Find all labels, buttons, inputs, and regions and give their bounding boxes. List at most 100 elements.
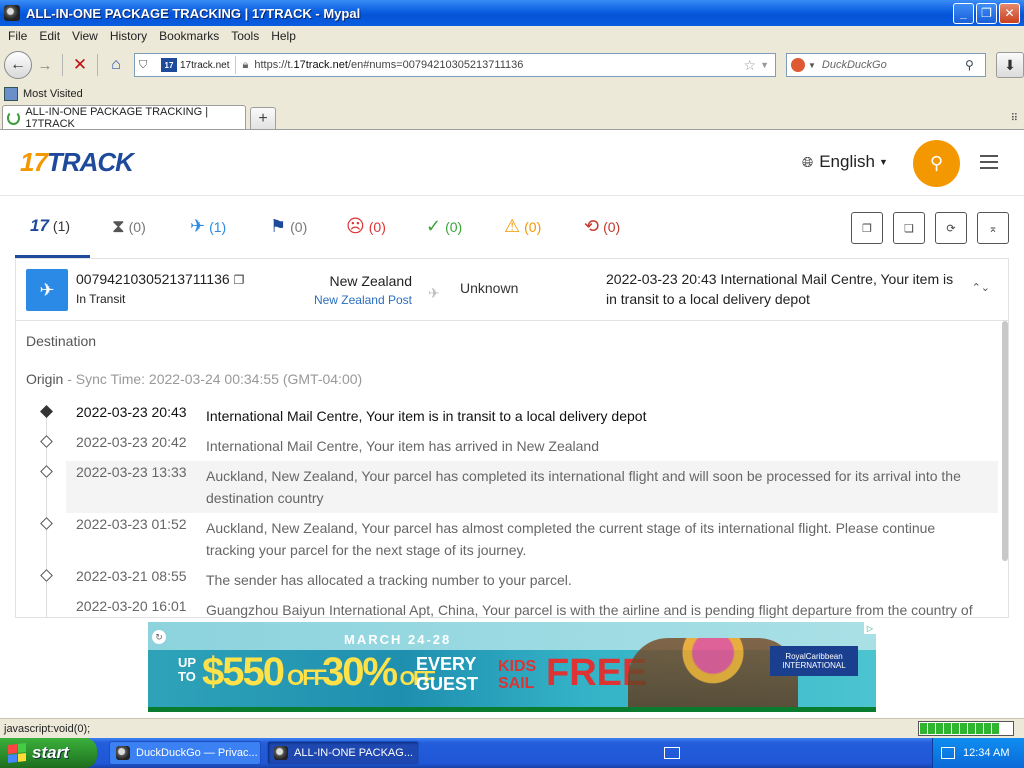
collapse-icon: ⌅ xyxy=(988,222,998,235)
filter-delivered[interactable]: ✓ (0) xyxy=(426,216,462,237)
menu-bookmarks[interactable]: Bookmarks xyxy=(155,29,227,43)
copy-icon[interactable]: ❐ xyxy=(234,273,245,287)
event-description: Guangzhou Baiyun International Apt, Chin… xyxy=(206,602,973,618)
tab-label: ALL-IN-ONE PACKAGE TRACKING | 17TRACK xyxy=(25,105,209,130)
17track-logo[interactable]: 17 TRACK xyxy=(20,147,134,178)
filter-alert[interactable]: ⚠ (0) xyxy=(504,216,541,237)
menu-history[interactable]: History xyxy=(106,29,155,43)
event-time: 2022-03-21 08:55 xyxy=(76,568,187,584)
menu-tools[interactable]: Tools xyxy=(227,29,267,43)
download-arrow-icon: ⬇ xyxy=(1004,56,1016,73)
copy-icon: ❐ xyxy=(862,222,872,235)
shield-icon[interactable]: ⛉ xyxy=(139,59,155,72)
checkmark-icon: ✓ xyxy=(426,216,442,236)
filter-count: (1) xyxy=(209,218,227,235)
hamburger-menu-icon[interactable] xyxy=(980,155,998,173)
progress-segment xyxy=(992,723,999,734)
filter-expired[interactable]: ⟲ (0) xyxy=(584,216,620,237)
ad-every-guest: EVERY GUEST xyxy=(416,654,479,694)
search-box[interactable]: ▼ DuckDuckGo ⚲ xyxy=(786,53,986,77)
collapse-all-button[interactable]: ⌅ xyxy=(977,212,1009,244)
site-identity[interactable]: 17 17track.net xyxy=(161,56,237,74)
progress-segment xyxy=(984,723,991,734)
duckduckgo-icon[interactable] xyxy=(791,58,805,72)
sync-time: - Sync Time: 2022-03-24 00:34:55 (GMT-04… xyxy=(63,371,363,387)
stop-button[interactable]: ✕ xyxy=(69,52,91,78)
filter-pickup[interactable]: ⚑ (0) xyxy=(270,216,307,237)
folder-icon xyxy=(4,87,18,101)
origin-country: New Zealand xyxy=(329,273,413,289)
filter-count: (0) xyxy=(445,218,463,235)
engine-dropdown-icon[interactable]: ▼ xyxy=(808,61,816,70)
refresh-button[interactable]: ⟳ xyxy=(935,212,967,244)
scrollbar-thumb[interactable] xyxy=(1002,321,1008,561)
url-dropdown-icon[interactable]: ▼ xyxy=(760,60,769,70)
status-text: javascript:void(0); xyxy=(4,722,91,735)
filter-count: (0) xyxy=(290,218,308,235)
windows-taskbar: start DuckDuckGo — Privac... ALL-IN-ONE … xyxy=(0,738,1024,768)
expand-collapse-icon[interactable]: ⌃⌄ xyxy=(972,281,990,294)
search-icon[interactable]: ⚲ xyxy=(965,58,985,72)
adchoices-icon[interactable]: ▷ xyxy=(864,622,876,634)
filter-all[interactable]: 17 (1) xyxy=(30,216,70,236)
menu-file[interactable]: File xyxy=(4,29,35,43)
taskbar-item-duckduckgo[interactable]: DuckDuckGo — Privac... xyxy=(109,741,261,765)
new-tab-button[interactable]: + xyxy=(250,107,276,129)
page-load-progress xyxy=(918,721,1014,736)
bookmark-star-icon[interactable]: ☆ xyxy=(744,57,757,74)
tab-17track[interactable]: ALL-IN-ONE PACKAGE TRACKING | 17TRACK xyxy=(2,105,246,130)
tracking-number[interactable]: 00794210305213711136 ❐ xyxy=(76,271,244,287)
copy-all-icon: ❏ xyxy=(904,222,914,235)
mypal-app-icon xyxy=(4,5,20,21)
menu-help[interactable]: Help xyxy=(267,29,304,43)
forward-button[interactable]: → xyxy=(34,52,56,78)
timeline-event: 2022-03-21 08:55 The sender has allocate… xyxy=(40,565,998,595)
in-transit-airplane-icon: ✈ xyxy=(26,269,68,311)
timeline-event: 2022-03-23 01:52 Auckland, New Zealand, … xyxy=(40,513,998,565)
start-button[interactable]: start xyxy=(0,738,97,768)
track-search-button[interactable]: ⚲ xyxy=(913,140,960,187)
menu-edit[interactable]: Edit xyxy=(35,29,68,43)
menu-view[interactable]: View xyxy=(68,29,106,43)
tracking-details: Destination Origin - Sync Time: 2022-03-… xyxy=(16,321,1008,618)
latest-event: 2022-03-23 20:43 International Mail Cent… xyxy=(606,271,954,307)
ad-date: MARCH 24-28 xyxy=(344,632,452,647)
origin-carrier-link[interactable]: New Zealand Post xyxy=(314,293,412,307)
replay-icon[interactable]: ↻ xyxy=(152,630,166,644)
stop-icon: ✕ xyxy=(72,55,88,74)
back-button[interactable]: ← xyxy=(4,51,32,79)
package-summary[interactable]: ✈ 00794210305213711136 ❐ In Transit New Z… xyxy=(16,259,1008,321)
minimize-button[interactable]: _ xyxy=(953,2,974,24)
search-icon: ⚲ xyxy=(929,153,944,173)
filter-count: (0) xyxy=(368,218,386,235)
timeline-event: 2022-03-23 20:42 International Mail Cent… xyxy=(40,431,998,461)
filter-pending[interactable]: ⧗ (0) xyxy=(112,216,146,237)
filter-undelivered[interactable]: ☹ (0) xyxy=(346,216,386,237)
clock[interactable]: 12:34 AM xyxy=(963,747,1009,759)
language-selector[interactable]: 🌐︎ English ▼ xyxy=(802,152,888,172)
site-favicon: 17 xyxy=(161,58,177,72)
copy-all-button[interactable]: ❏ xyxy=(893,212,925,244)
downloads-button[interactable]: ⬇ xyxy=(996,52,1024,78)
site-name: 17track.net xyxy=(180,59,230,71)
tracking-card: ✈ 00794210305213711136 ❐ In Transit New Z… xyxy=(15,258,1009,618)
url-text[interactable]: https://t.17track.net/en#nums=0079421030… xyxy=(254,59,743,71)
url-path: /en#nums=00794210305213711136 xyxy=(347,59,524,71)
taskbar-item-17track[interactable]: ALL-IN-ONE PACKAG... xyxy=(267,741,419,765)
address-bar[interactable]: ⛉ 17 17track.net 🔒︎ https://t.17track.ne… xyxy=(134,53,776,77)
forward-arrow-icon: → xyxy=(37,56,53,74)
tab-list-icon[interactable]: ⠿ xyxy=(1011,113,1018,124)
home-button[interactable]: ⌂ xyxy=(104,52,128,78)
hourglass-icon: ⧗ xyxy=(112,216,125,236)
network-icon[interactable] xyxy=(941,747,955,759)
maximize-button[interactable]: ❐ xyxy=(976,2,997,24)
ad-bottom-strip xyxy=(148,707,876,712)
chevron-down-icon: ▼ xyxy=(878,157,888,167)
bookmark-most-visited[interactable]: Most Visited xyxy=(23,88,83,100)
copy-button[interactable]: ❐ xyxy=(851,212,883,244)
close-button[interactable]: ✕ xyxy=(999,2,1020,24)
filter-in-transit[interactable]: ✈ (1) xyxy=(190,216,226,237)
keyboard-icon[interactable] xyxy=(663,747,680,759)
royal-caribbean-ad-banner[interactable]: ↻ MARCH 24-28 UP TO $550 OFF 30% OFF EVE… xyxy=(148,622,876,712)
flag-icon: ⚑ xyxy=(270,216,287,236)
